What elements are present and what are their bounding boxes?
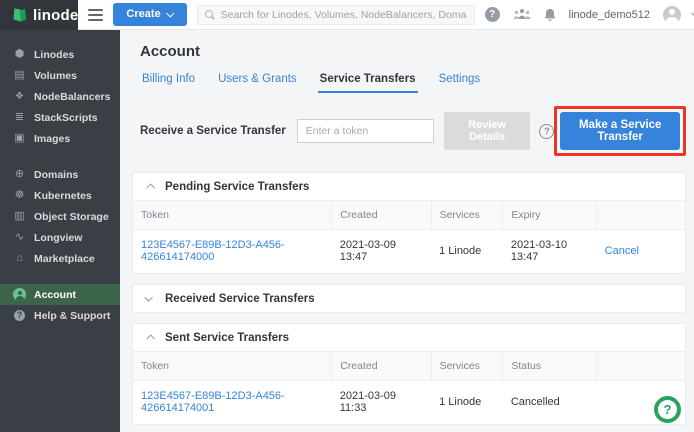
pending-transfers-table: Token Created Services Expiry 123E4567-E… [133, 200, 685, 273]
received-transfers-header[interactable]: Received Service Transfers [133, 285, 685, 312]
help-circle-icon [13, 310, 26, 321]
col-services: Services [431, 352, 503, 381]
linode-logo-icon [13, 7, 27, 23]
token-input[interactable] [297, 119, 434, 143]
review-details-button[interactable]: Review Details [444, 112, 531, 150]
sidebar-item-volumes[interactable]: Volumes [0, 65, 120, 86]
main-content: Account Billing Info Users & Grants Serv… [120, 30, 694, 432]
help-icon[interactable] [485, 7, 500, 22]
page-title: Account [140, 43, 694, 60]
sidebar-item-help-support[interactable]: Help & Support [0, 305, 120, 326]
sidebar: Linodes Volumes NodeBalancers StackScrip… [0, 30, 120, 432]
received-transfers-panel: Received Service Transfers [132, 284, 686, 313]
receive-transfer-row: Receive a Service Transfer Review Detail… [140, 106, 686, 156]
pending-transfers-panel: Pending Service Transfers Token Created … [132, 172, 686, 274]
col-actions [597, 201, 685, 230]
collapse-chevron-up-icon [146, 183, 154, 191]
col-created: Created [332, 201, 431, 230]
token-link[interactable]: 123E4567-E89B-12D3-A456-426614174001 [141, 390, 285, 414]
longview-icon [13, 232, 26, 243]
account-person-icon [13, 288, 26, 301]
domains-icon [13, 169, 26, 180]
col-token: Token [133, 201, 332, 230]
create-button[interactable]: Create [113, 3, 186, 26]
sidebar-item-object-storage[interactable]: Object Storage [0, 206, 120, 227]
volumes-icon [13, 70, 26, 81]
create-button-label: Create [126, 8, 160, 20]
table-header-row: Token Created Services Expiry [133, 201, 685, 230]
linode-logo[interactable]: linode [0, 0, 78, 30]
expiry-cell: 2021-03-10 13:47 [503, 230, 597, 274]
col-services: Services [431, 201, 503, 230]
table-row: 123E4567-E89B-12D3-A456-426614174000 202… [133, 230, 685, 274]
make-service-transfer-button[interactable]: Make a Service Transfer [560, 112, 680, 150]
chevron-down-icon [166, 9, 174, 17]
sidebar-item-marketplace[interactable]: Marketplace [0, 248, 120, 269]
sidebar-item-account[interactable]: Account [0, 284, 120, 305]
marketplace-icon [13, 253, 26, 264]
table-row: 123E4567-E89B-12D3-A456-426614174001 202… [133, 381, 685, 425]
sent-transfers-panel: Sent Service Transfers Token Created Ser… [132, 323, 686, 425]
cancel-link[interactable]: Cancel [605, 245, 639, 257]
notifications-bell-icon[interactable] [544, 8, 556, 22]
topbar: linode Create [0, 0, 694, 30]
logo-text: linode [33, 7, 78, 24]
created-cell: 2021-03-09 11:33 [332, 381, 431, 425]
global-search[interactable] [197, 5, 475, 25]
col-actions [597, 352, 685, 381]
receive-transfer-label: Receive a Service Transfer [140, 125, 286, 137]
sidebar-item-linodes[interactable]: Linodes [0, 44, 120, 65]
sidebar-item-domains[interactable]: Domains [0, 164, 120, 185]
tab-billing-info[interactable]: Billing Info [140, 73, 197, 93]
tab-service-transfers[interactable]: Service Transfers [318, 73, 418, 93]
sidebar-item-kubernetes[interactable]: Kubernetes [0, 185, 120, 206]
search-icon [205, 10, 215, 20]
created-cell: 2021-03-09 13:47 [332, 230, 431, 274]
tab-settings[interactable]: Settings [437, 73, 483, 93]
linode-icon [13, 49, 26, 60]
stackscripts-icon [13, 112, 26, 123]
annotation-highlight-box: Make a Service Transfer [554, 106, 686, 156]
object-storage-icon [13, 211, 26, 222]
collapse-chevron-down-icon [144, 293, 152, 301]
tab-users-grants[interactable]: Users & Grants [216, 73, 299, 93]
account-tabs: Billing Info Users & Grants Service Tran… [140, 73, 694, 93]
topbar-main: Create linode_demo512 [78, 0, 694, 30]
hamburger-menu-icon[interactable] [88, 9, 103, 21]
table-header-row: Token Created Services Status [133, 352, 685, 381]
search-input[interactable] [221, 9, 467, 21]
col-status: Status [503, 352, 597, 381]
sidebar-item-longview[interactable]: Longview [0, 227, 120, 248]
services-cell: 1 Linode [431, 230, 503, 274]
col-expiry: Expiry [503, 201, 597, 230]
kubernetes-icon [13, 190, 26, 201]
col-token: Token [133, 352, 332, 381]
services-cell: 1 Linode [431, 381, 503, 425]
nodebalancers-icon [13, 91, 26, 102]
community-icon[interactable] [513, 8, 531, 21]
sent-transfers-header[interactable]: Sent Service Transfers [133, 324, 685, 351]
token-help-icon[interactable] [539, 124, 554, 139]
status-cell: Cancelled [503, 381, 597, 425]
help-chat-widget[interactable] [654, 396, 681, 423]
pending-transfers-header[interactable]: Pending Service Transfers [133, 173, 685, 200]
collapse-chevron-up-icon [146, 334, 154, 342]
token-link[interactable]: 123E4567-E89B-12D3-A456-426614174000 [141, 239, 285, 263]
images-icon [13, 133, 26, 144]
linode-cloud-manager-window: linode Create [0, 0, 694, 432]
username[interactable]: linode_demo512 [569, 9, 650, 21]
sidebar-item-stackscripts[interactable]: StackScripts [0, 107, 120, 128]
sent-transfers-table: Token Created Services Status 123E4567-E… [133, 351, 685, 424]
avatar[interactable] [663, 6, 681, 24]
sidebar-item-nodebalancers[interactable]: NodeBalancers [0, 86, 120, 107]
topbar-right: linode_demo512 [485, 6, 694, 24]
sidebar-item-images[interactable]: Images [0, 128, 120, 149]
col-created: Created [332, 352, 431, 381]
